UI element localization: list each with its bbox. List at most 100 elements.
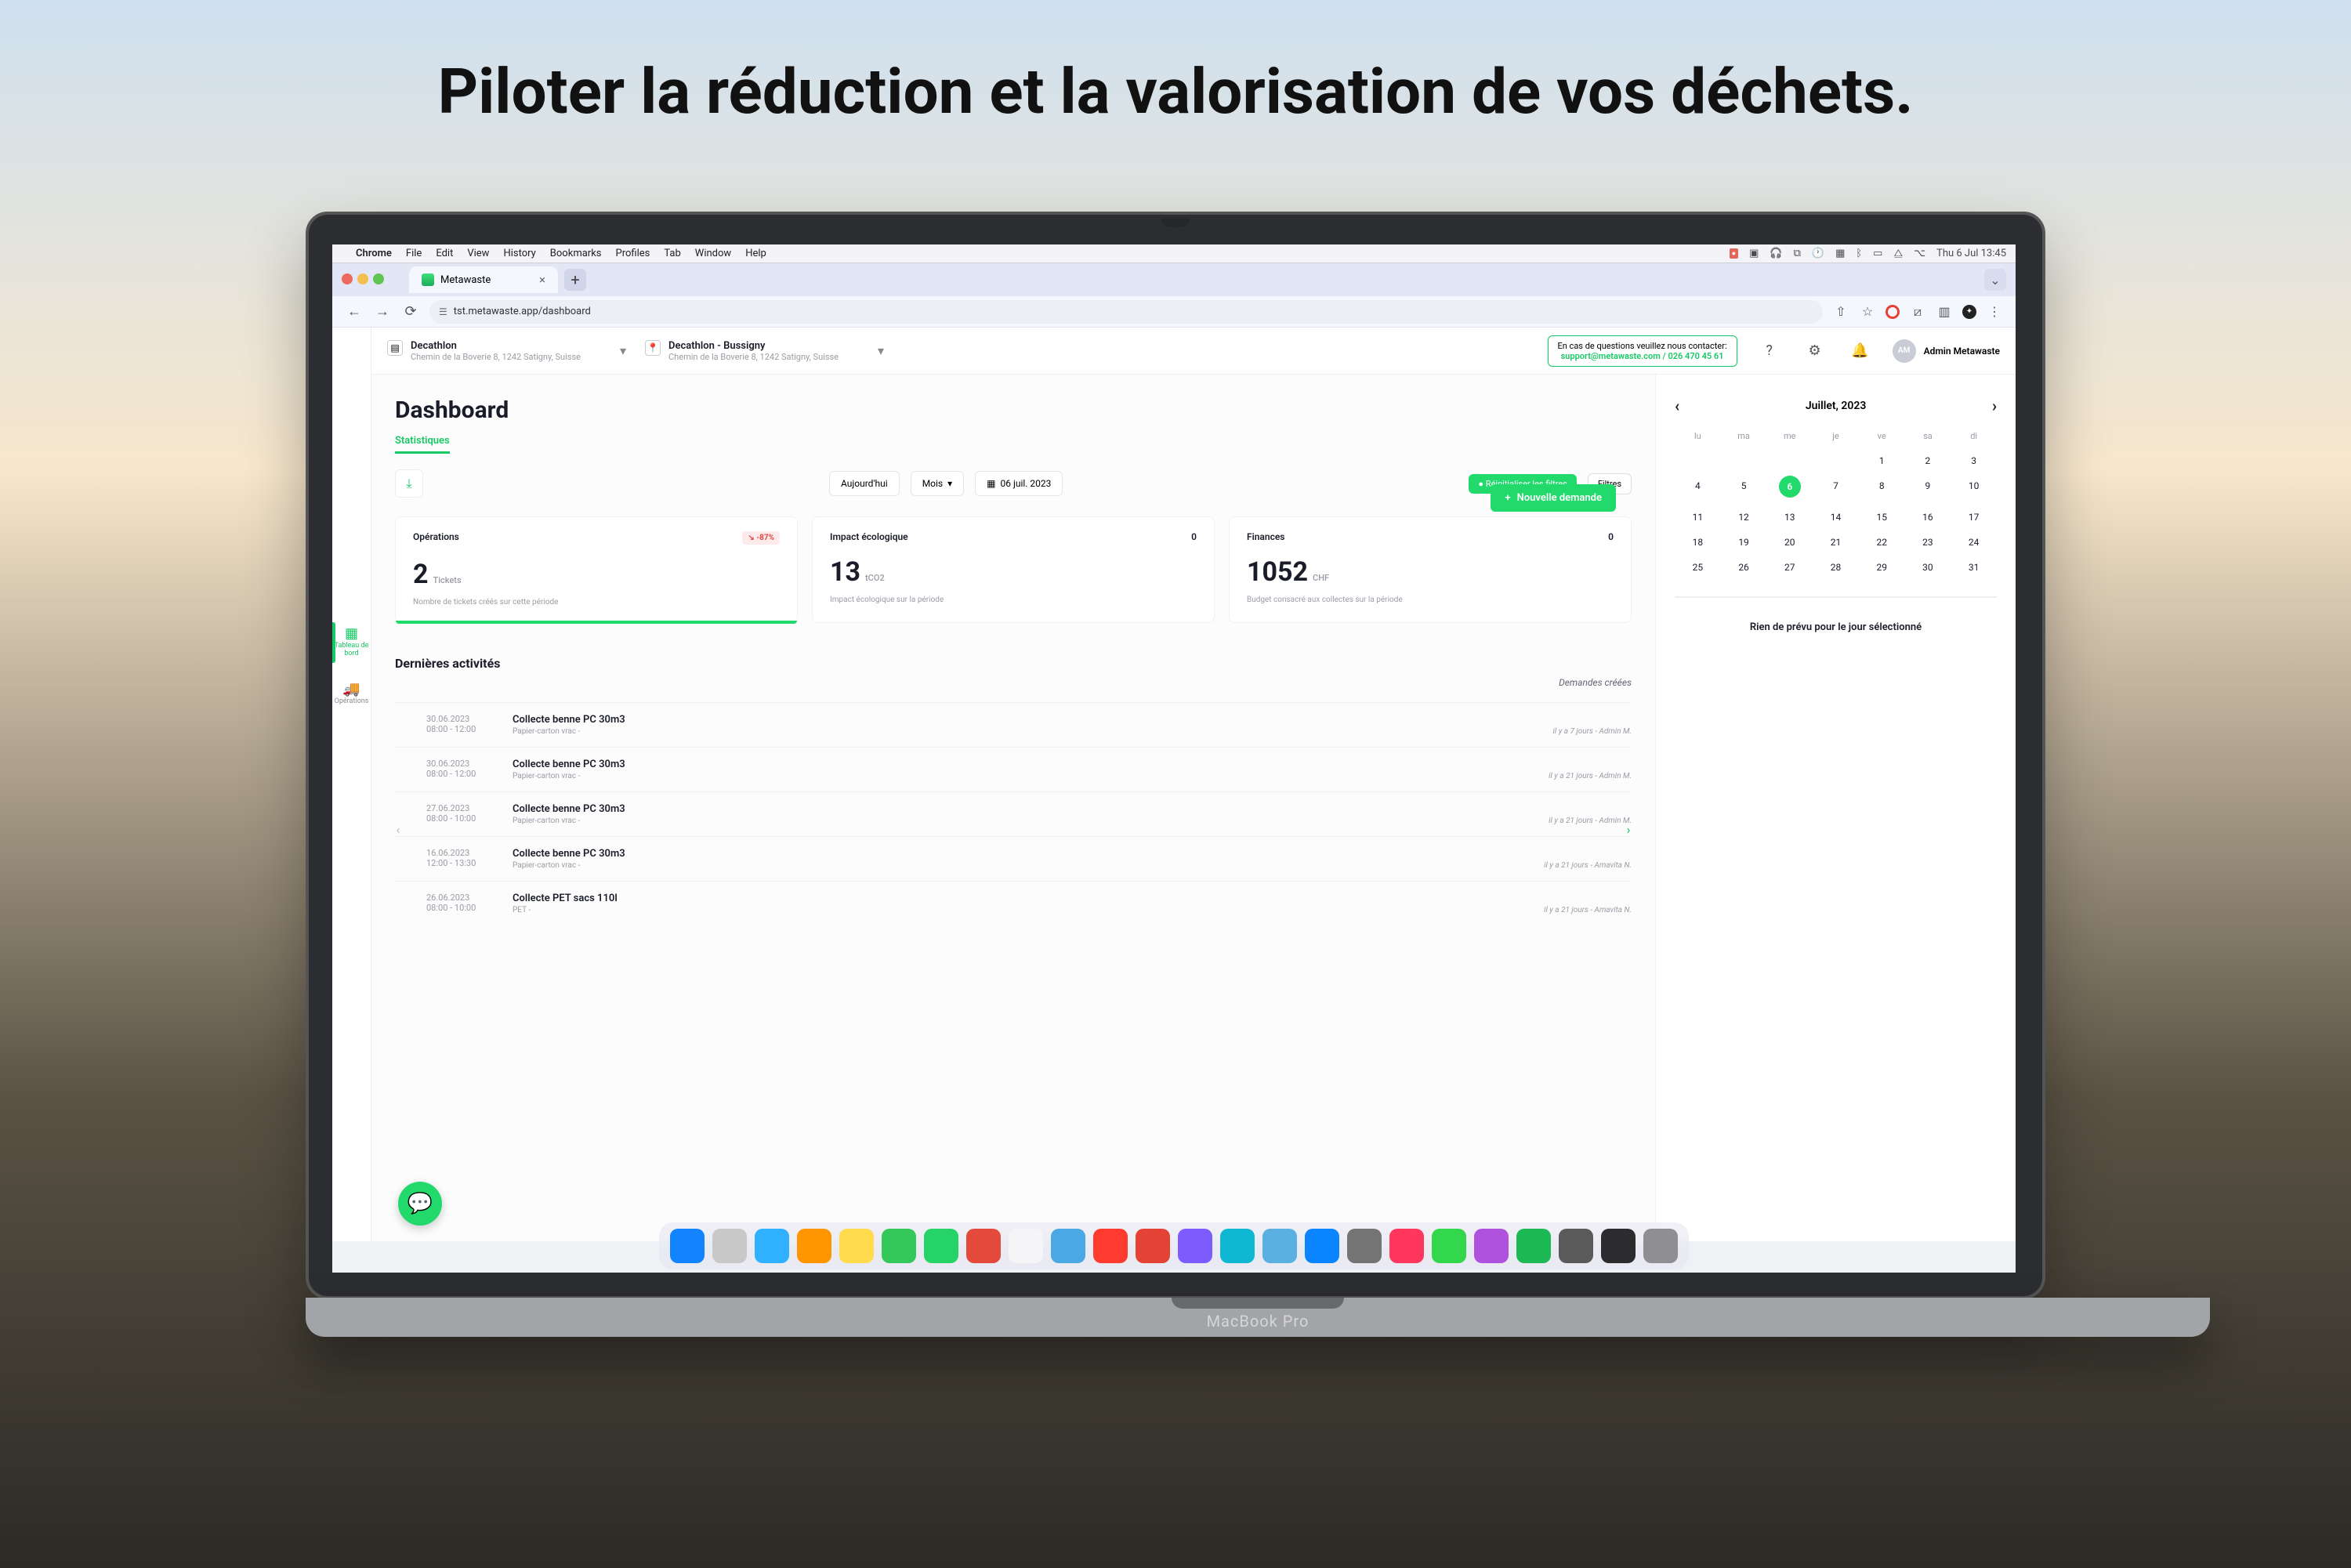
kpi-operations[interactable]: Opérations↘ -87% 2Tickets Nombre de tick… bbox=[395, 516, 798, 623]
tabstrip-chevron-icon[interactable]: ⌄ bbox=[1984, 269, 2006, 291]
share-icon[interactable]: ⇧ bbox=[1832, 303, 1849, 320]
activity-row[interactable]: 16.06.202312:00 - 13:30 Collecte benne P… bbox=[395, 836, 1632, 881]
tab-close-icon[interactable]: × bbox=[539, 273, 545, 287]
activity-row[interactable]: 27.06.202308:00 - 10:00 Collecte benne P… bbox=[395, 791, 1632, 836]
opera-extension-icon[interactable] bbox=[1886, 305, 1900, 319]
menubar-item[interactable]: Tab bbox=[664, 248, 680, 259]
extensions-icon[interactable]: ⧄ bbox=[1909, 303, 1926, 320]
activity-row[interactable]: 30.06.202308:00 - 12:00 Collecte benne P… bbox=[395, 747, 1632, 791]
side-rail-operations[interactable]: 🚚 Opérations bbox=[332, 681, 371, 705]
dock-app-icon[interactable] bbox=[670, 1229, 705, 1263]
dock-app-icon[interactable] bbox=[1559, 1229, 1593, 1263]
control-center-icon[interactable]: ⌥ bbox=[1914, 248, 1925, 259]
period-select[interactable]: Mois▾ bbox=[911, 471, 964, 496]
dock-app-icon[interactable] bbox=[712, 1229, 747, 1263]
new-request-button[interactable]: +Nouvelle demande bbox=[1491, 484, 1616, 512]
site-selector[interactable]: 📍 Decathlon - Bussigny Chemin de la Bove… bbox=[645, 340, 884, 362]
menubar-item[interactable]: Window bbox=[695, 248, 731, 259]
calendar-day[interactable]: 8 bbox=[1859, 480, 1905, 498]
dock-app-icon[interactable] bbox=[1009, 1229, 1043, 1263]
calendar-day[interactable]: 28 bbox=[1813, 562, 1859, 573]
dock-app-icon[interactable] bbox=[1093, 1229, 1128, 1263]
help-icon[interactable]: ? bbox=[1756, 338, 1783, 364]
calendar-day[interactable]: 25 bbox=[1675, 562, 1721, 573]
calendar-day[interactable]: 30 bbox=[1905, 562, 1951, 573]
calendar-day[interactable]: 20 bbox=[1766, 537, 1813, 548]
calendar-icon[interactable]: ▦ bbox=[1835, 248, 1845, 259]
today-button[interactable]: Aujourd'hui bbox=[829, 471, 900, 496]
calendar-day[interactable]: 27 bbox=[1766, 562, 1813, 573]
calendar-day[interactable]: 29 bbox=[1859, 562, 1905, 573]
menubar-item[interactable]: Profiles bbox=[616, 248, 650, 259]
dock-app-icon[interactable] bbox=[1474, 1229, 1509, 1263]
calendar-day[interactable]: 6 bbox=[1779, 476, 1801, 498]
calendar-day[interactable]: 17 bbox=[1951, 512, 1997, 523]
dock-app-icon[interactable] bbox=[1643, 1229, 1678, 1263]
calendar-day[interactable]: 3 bbox=[1951, 455, 1997, 466]
calendar-day[interactable]: 7 bbox=[1813, 480, 1859, 498]
calendar-day[interactable]: 21 bbox=[1813, 537, 1859, 548]
dock-app-icon[interactable] bbox=[1305, 1229, 1339, 1263]
organisation-selector[interactable]: ▤ Decathlon Chemin de la Boverie 8, 1242… bbox=[387, 340, 626, 362]
calendar-day[interactable]: 12 bbox=[1721, 512, 1767, 523]
cast-icon[interactable]: ▣ bbox=[1749, 248, 1759, 259]
dock-app-icon[interactable] bbox=[797, 1229, 831, 1263]
dock-app-icon[interactable] bbox=[882, 1229, 916, 1263]
calendar-day[interactable]: 9 bbox=[1905, 480, 1951, 498]
calendar-day[interactable]: 4 bbox=[1675, 480, 1721, 498]
calendar-day[interactable]: 24 bbox=[1951, 537, 1997, 548]
dock-app-icon[interactable] bbox=[1432, 1229, 1466, 1263]
url-field[interactable]: ☰ tst.metawaste.app/dashboard bbox=[429, 300, 1823, 324]
activity-row[interactable]: 26.06.202308:00 - 10:00 Collecte PET sac… bbox=[395, 881, 1632, 925]
calendar-next-button[interactable]: › bbox=[1992, 397, 1997, 415]
dock-app-icon[interactable] bbox=[1601, 1229, 1636, 1263]
dock-app-icon[interactable] bbox=[1389, 1229, 1424, 1263]
menubar-clock[interactable]: Thu 6 Jul 13:45 bbox=[1936, 248, 2006, 259]
settings-gear-icon[interactable]: ⚙ bbox=[1802, 338, 1828, 364]
kpi-finances[interactable]: Finances0 1052CHF Budget consacré aux co… bbox=[1229, 516, 1632, 623]
notifications-bell-icon[interactable]: 🔔 bbox=[1847, 338, 1874, 364]
new-tab-button[interactable]: + bbox=[564, 269, 586, 291]
window-controls[interactable] bbox=[342, 273, 389, 288]
calendar-day[interactable]: 11 bbox=[1675, 512, 1721, 523]
calendar-day[interactable]: 15 bbox=[1859, 512, 1905, 523]
dropbox-icon[interactable]: ⧉ bbox=[1794, 248, 1801, 259]
battery-icon[interactable]: ▭ bbox=[1873, 248, 1882, 259]
dock-app-icon[interactable] bbox=[1220, 1229, 1255, 1263]
headphones-icon[interactable]: 🎧 bbox=[1770, 248, 1782, 259]
calendar-prev-button[interactable]: ‹ bbox=[1675, 397, 1679, 415]
calendar-day[interactable]: 16 bbox=[1905, 512, 1951, 523]
browser-tab[interactable]: Metawaste × bbox=[409, 266, 558, 293]
calendar-day[interactable]: 26 bbox=[1721, 562, 1767, 573]
calendar-day[interactable]: 31 bbox=[1951, 562, 1997, 573]
calendar-day[interactable]: 22 bbox=[1859, 537, 1905, 548]
nav-reload-icon[interactable]: ⟳ bbox=[401, 302, 420, 321]
record-indicator-icon[interactable]: ● bbox=[1730, 248, 1738, 259]
calendar-day[interactable]: 18 bbox=[1675, 537, 1721, 548]
calendar-day[interactable]: 2 bbox=[1905, 455, 1951, 466]
menubar-item[interactable]: Bookmarks bbox=[550, 248, 602, 259]
bluetooth-icon[interactable]: ᛒ bbox=[1856, 248, 1862, 259]
dock-app-icon[interactable] bbox=[1262, 1229, 1297, 1263]
dock-app-icon[interactable] bbox=[1347, 1229, 1382, 1263]
menubar-item[interactable]: History bbox=[503, 248, 535, 259]
dock-app-icon[interactable] bbox=[755, 1229, 789, 1263]
support-line2[interactable]: support@metawaste.com / 026 470 45 61 bbox=[1558, 351, 1727, 361]
profile-avatar-icon[interactable]: ✦ bbox=[1962, 305, 1976, 319]
date-select[interactable]: ▦06 juil. 2023 bbox=[975, 471, 1063, 496]
dock-app-icon[interactable] bbox=[1178, 1229, 1212, 1263]
calendar-day[interactable]: 19 bbox=[1721, 537, 1767, 548]
dock-app-icon[interactable] bbox=[1136, 1229, 1170, 1263]
nav-forward-icon[interactable]: → bbox=[373, 302, 392, 321]
calendar-day[interactable]: 10 bbox=[1951, 480, 1997, 498]
calendar-day[interactable]: 1 bbox=[1859, 455, 1905, 466]
calendar-day[interactable]: 23 bbox=[1905, 537, 1951, 548]
chat-fab[interactable]: 💬 bbox=[398, 1182, 442, 1226]
menu-dots-icon[interactable]: ⋮ bbox=[1986, 303, 2003, 320]
activity-row[interactable]: 30.06.202308:00 - 12:00 Collecte benne P… bbox=[395, 702, 1632, 747]
wifi-icon[interactable]: ⧋ bbox=[1893, 248, 1903, 259]
calendar-day[interactable]: 13 bbox=[1766, 512, 1813, 523]
bookmark-star-icon[interactable]: ☆ bbox=[1859, 303, 1876, 320]
menubar-app[interactable]: Chrome bbox=[356, 248, 392, 259]
side-panel-icon[interactable]: ▥ bbox=[1936, 303, 1953, 320]
